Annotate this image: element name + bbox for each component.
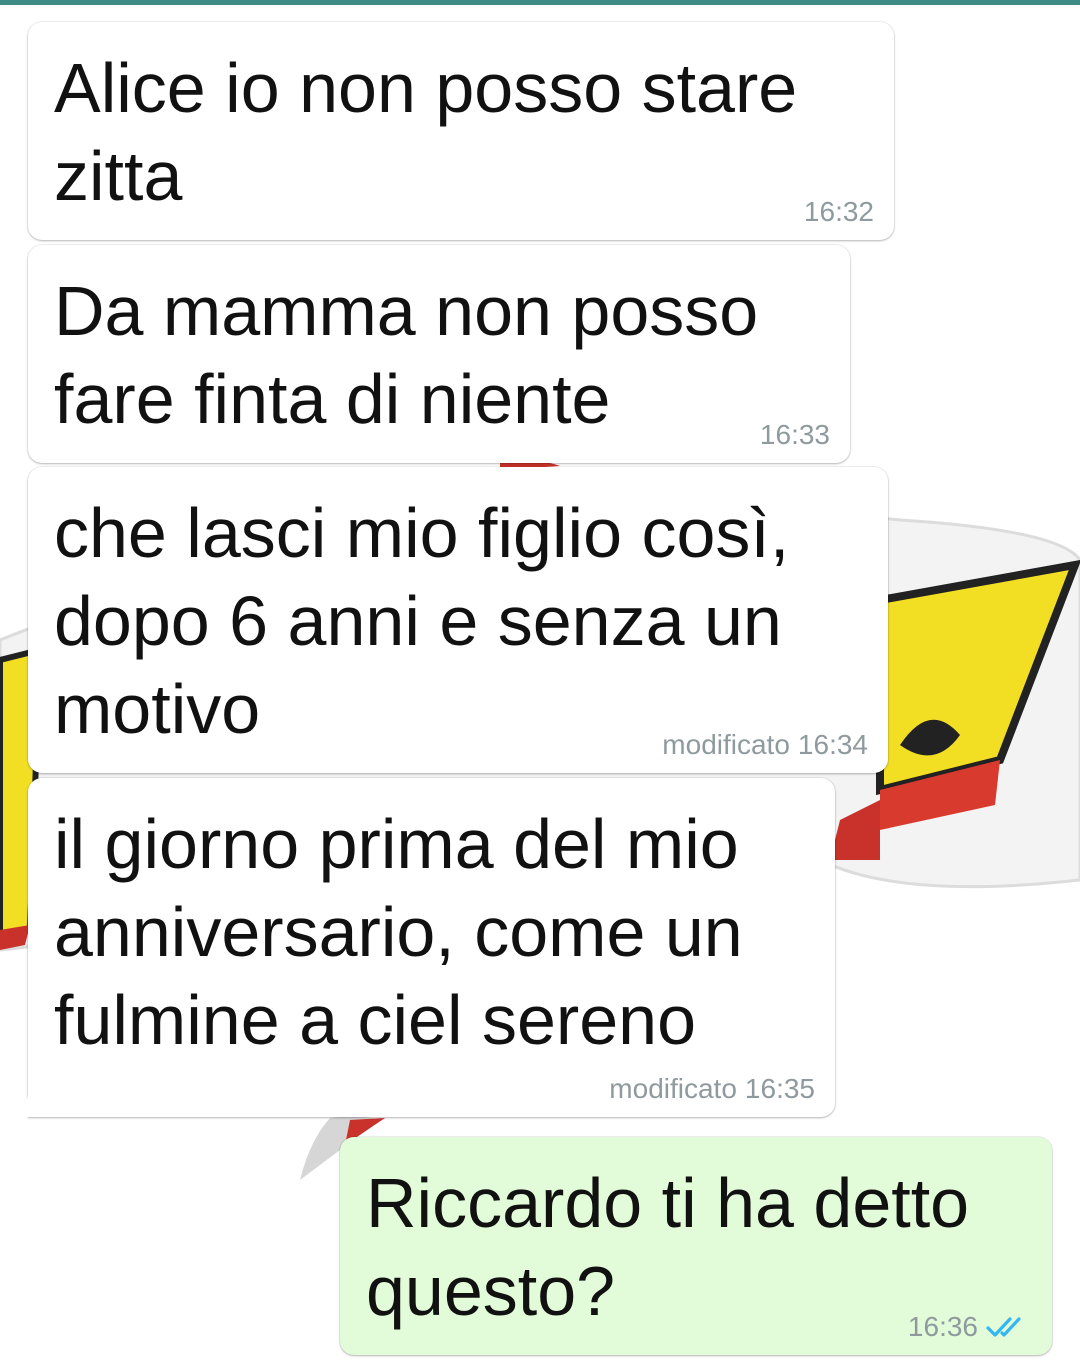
message-edited-label: modificato bbox=[609, 1073, 737, 1104]
message-time: 16:35 bbox=[744, 1073, 815, 1104]
message-text: Riccardo ti ha detto questo? bbox=[366, 1164, 970, 1330]
message-text: Da mamma non posso fare finta di niente bbox=[54, 272, 759, 438]
double-check-read-icon bbox=[986, 1317, 1021, 1337]
message-meta: 16:33 bbox=[760, 419, 830, 451]
message-time: 16:33 bbox=[759, 419, 830, 450]
message-meta: modificato 16:35 bbox=[609, 1073, 815, 1105]
message-time: 16:36 bbox=[907, 1311, 978, 1342]
message-time: 16:34 bbox=[797, 729, 868, 760]
message-meta: 16:36 bbox=[908, 1311, 1032, 1343]
message-text: che lasci mio figlio così, dopo 6 anni e… bbox=[54, 494, 790, 748]
message-bubble-incoming[interactable]: che lasci mio figlio così, dopo 6 anni e… bbox=[28, 467, 888, 773]
message-text: il giorno prima del mio anniversario, co… bbox=[54, 805, 743, 1059]
message-bubble-incoming[interactable]: il giorno prima del mio anniversario, co… bbox=[28, 778, 835, 1117]
message-time: 16:32 bbox=[803, 196, 874, 227]
message-bubble-incoming[interactable]: Da mamma non posso fare finta di niente … bbox=[28, 245, 850, 463]
message-text: Alice io non posso stare zitta bbox=[54, 49, 798, 215]
message-edited-label: modificato bbox=[662, 729, 790, 760]
message-meta: modificato 16:34 bbox=[662, 729, 868, 761]
message-bubble-outgoing[interactable]: Riccardo ti ha detto questo? 16:36 bbox=[340, 1137, 1052, 1355]
message-meta: 16:32 bbox=[804, 196, 874, 228]
message-bubble-incoming[interactable]: Alice io non posso stare zitta 16:32 bbox=[28, 22, 894, 240]
bubble-tail bbox=[12, 1096, 28, 1117]
